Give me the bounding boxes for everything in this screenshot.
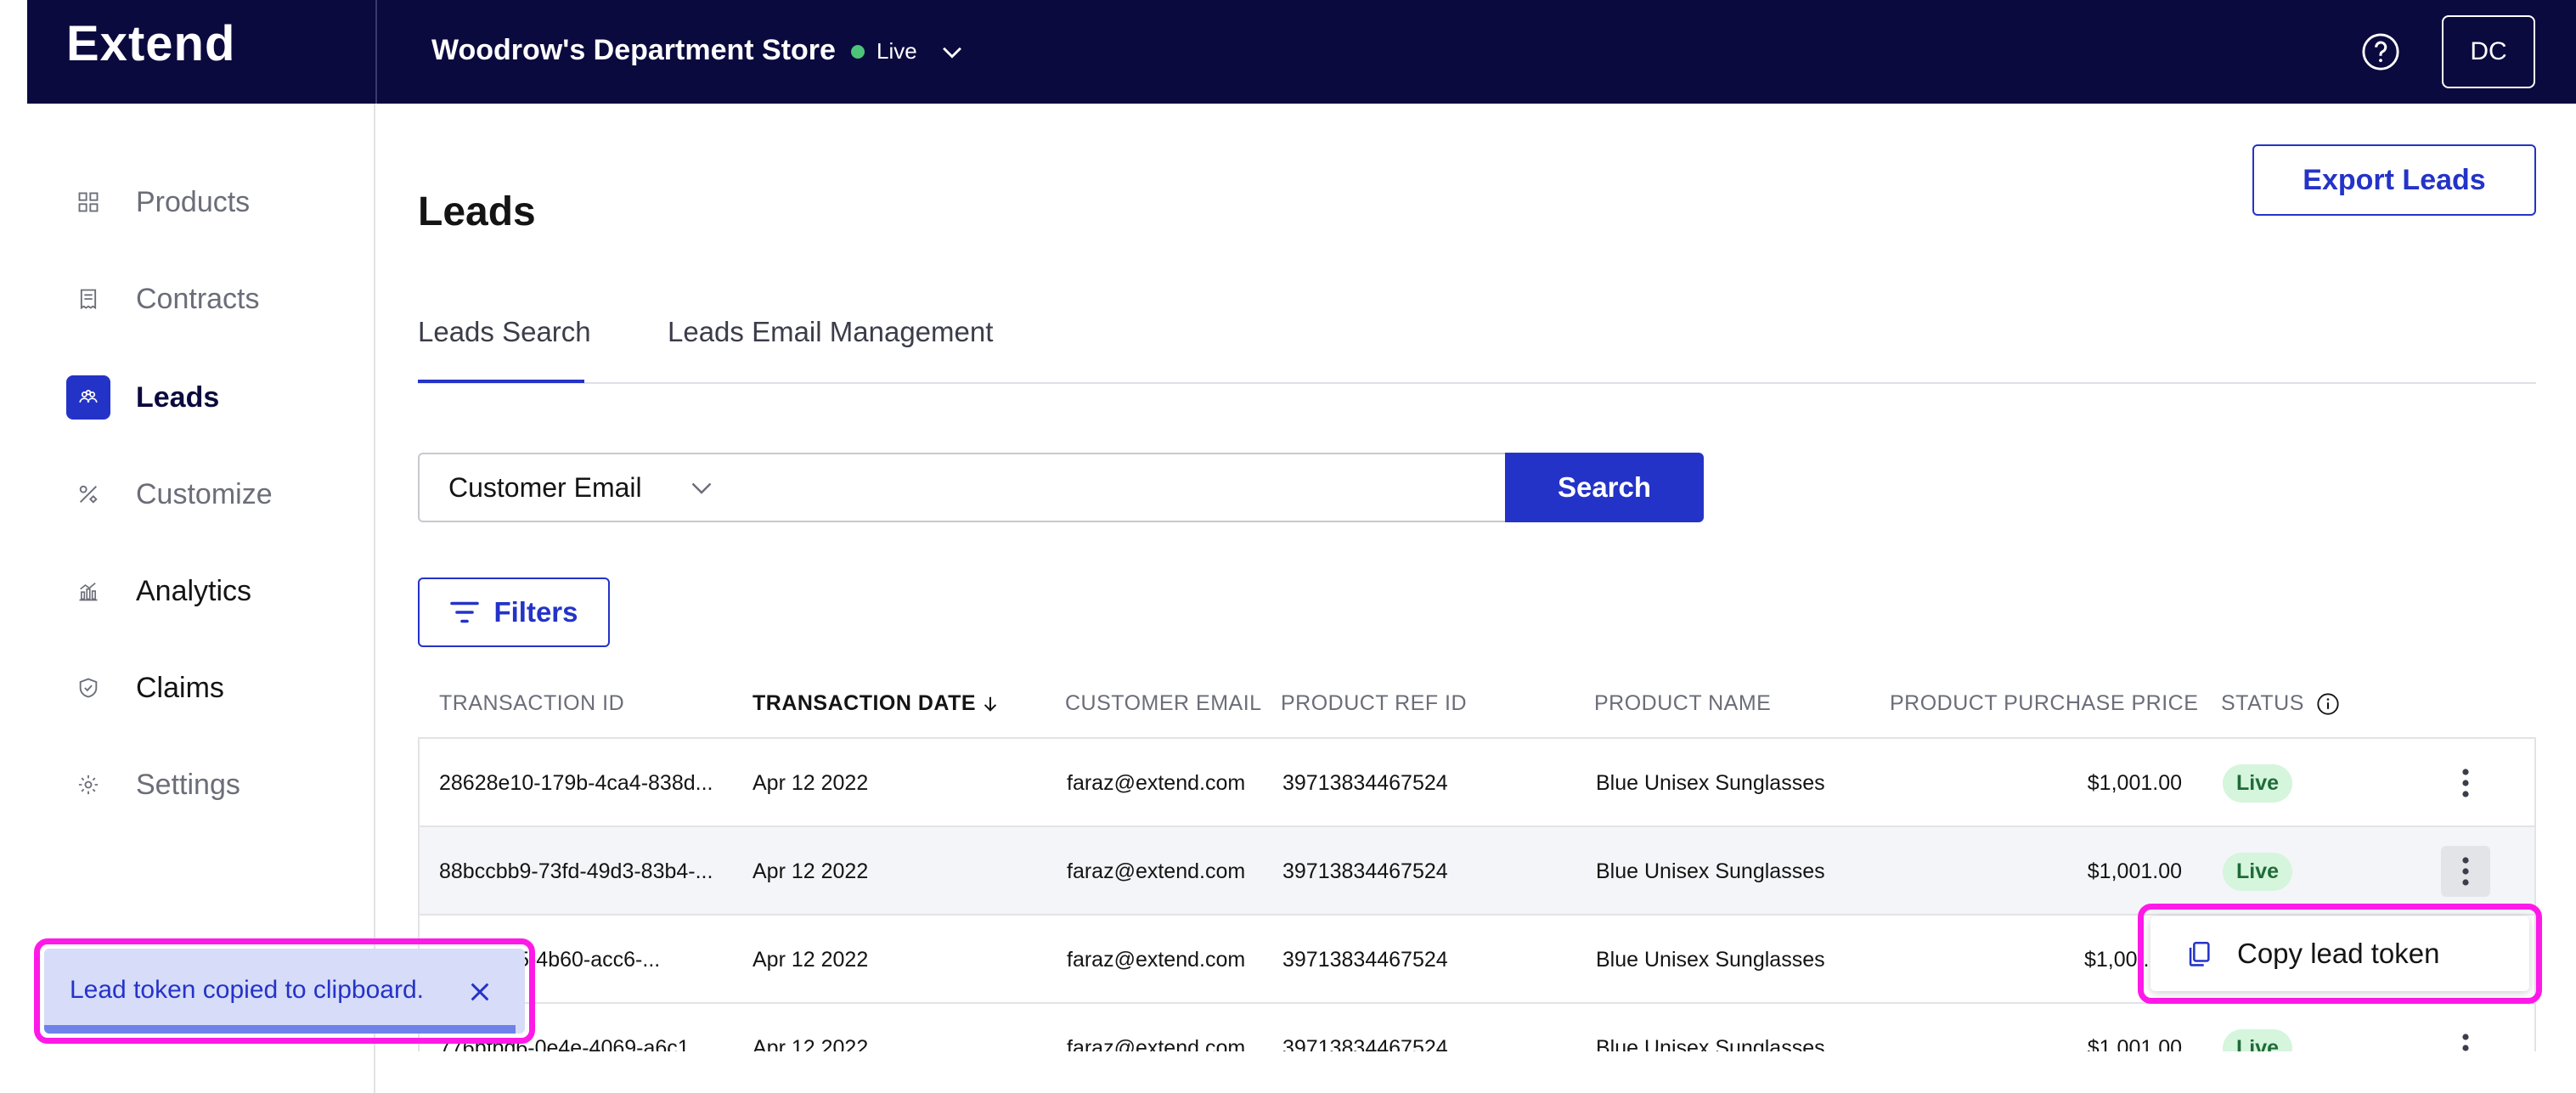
tab-leads-search[interactable]: Leads Search bbox=[418, 316, 591, 348]
user-menu-button[interactable]: DC bbox=[2442, 15, 2535, 88]
filter-icon bbox=[450, 601, 480, 623]
sidebar-item-contracts[interactable]: Contracts bbox=[66, 277, 260, 321]
more-vertical-icon bbox=[2462, 857, 2469, 886]
store-status: Live bbox=[877, 38, 917, 64]
search-field-value: Customer Email bbox=[448, 471, 642, 503]
cell-product-name: Blue Unisex Sunglasses bbox=[1596, 770, 1825, 795]
cell-email: faraz@extend.com bbox=[1067, 1035, 1246, 1052]
status-badge: Live bbox=[2223, 763, 2293, 803]
cell-status: Live bbox=[2223, 739, 2293, 827]
row-actions-button[interactable] bbox=[2441, 1023, 2490, 1051]
copy-lead-token-menu-item[interactable]: Copy lead token bbox=[2150, 916, 2529, 991]
toast-message: Lead token copied to clipboard. bbox=[70, 976, 424, 1004]
cell-ref-id: 39713834467524 bbox=[1282, 1035, 1448, 1052]
sort-descending-icon bbox=[984, 696, 997, 712]
cell-transaction-id: 28628e10-179b-4ca4-838d... bbox=[439, 770, 713, 795]
gear-icon bbox=[66, 763, 110, 807]
search-input[interactable] bbox=[737, 453, 1507, 522]
store-name[interactable]: Woodrow's Department Store bbox=[431, 34, 836, 67]
receipt-icon bbox=[66, 277, 110, 321]
cell-ref-id: 39713834467524 bbox=[1282, 947, 1448, 972]
sidebar-item-customize[interactable]: Customize bbox=[66, 472, 273, 516]
close-icon[interactable] bbox=[466, 978, 493, 1006]
sidebar-item-settings[interactable]: Settings bbox=[66, 763, 240, 807]
toast-progress-bar bbox=[44, 1025, 516, 1034]
row-actions-button[interactable] bbox=[2441, 846, 2490, 897]
menu-item-label: Copy lead token bbox=[2237, 938, 2440, 969]
cell-price: $1,001.00 bbox=[2087, 1035, 2182, 1052]
tabs-divider bbox=[418, 382, 2536, 384]
column-header-product-name[interactable]: PRODUCT NAME bbox=[1594, 691, 1771, 716]
info-icon[interactable] bbox=[2316, 692, 2340, 716]
table-row[interactable]: 28628e10-179b-4ca4-838d... Apr 12 2022 f… bbox=[418, 739, 2536, 827]
sidebar-item-analytics[interactable]: Analytics bbox=[66, 569, 251, 613]
toast-notification: Lead token copied to clipboard. bbox=[44, 949, 525, 1034]
export-leads-button[interactable]: Export Leads bbox=[2252, 144, 2536, 216]
shield-icon bbox=[66, 666, 110, 710]
cell-ref-id: 39713834467524 bbox=[1282, 770, 1448, 795]
live-status-dot bbox=[851, 45, 865, 59]
leads-table: 28628e10-179b-4ca4-838d... Apr 12 2022 f… bbox=[418, 737, 2536, 1051]
extend-logo[interactable]: Extend bbox=[66, 15, 235, 72]
palette-icon bbox=[66, 472, 110, 516]
chevron-down-icon[interactable] bbox=[938, 37, 967, 66]
cell-date: Apr 12 2022 bbox=[753, 1035, 869, 1052]
cell-date: Apr 12 2022 bbox=[753, 947, 869, 972]
chevron-down-icon[interactable] bbox=[686, 472, 717, 503]
column-header-customer-email[interactable]: CUSTOMER EMAIL bbox=[1065, 691, 1262, 716]
cell-ref-id: 39713834467524 bbox=[1282, 859, 1448, 883]
sidebar-item-label: Settings bbox=[136, 768, 240, 801]
filters-label: Filters bbox=[493, 596, 578, 628]
more-vertical-icon bbox=[2462, 1034, 2469, 1051]
cell-status: Live bbox=[2223, 827, 2293, 916]
column-header-label: TRANSACTION DATE bbox=[753, 691, 977, 715]
cell-price: $1,001.00 bbox=[2087, 770, 2182, 795]
cell-email: faraz@extend.com bbox=[1067, 947, 1246, 972]
column-header-product-ref-id[interactable]: PRODUCT REF ID bbox=[1281, 691, 1467, 716]
sidebar-item-label: Leads bbox=[136, 380, 220, 414]
copy-icon bbox=[2189, 941, 2210, 966]
filters-button[interactable]: Filters bbox=[418, 577, 610, 647]
cell-email: faraz@extend.com bbox=[1067, 859, 1246, 883]
search-button[interactable]: Search bbox=[1505, 453, 1704, 522]
cell-product-name: Blue Unisex Sunglasses bbox=[1596, 947, 1825, 972]
cell-date: Apr 12 2022 bbox=[753, 859, 869, 883]
column-header-purchase-price[interactable]: PRODUCT PURCHASE PRICE bbox=[1890, 691, 2198, 716]
people-icon bbox=[66, 375, 110, 420]
sidebar-item-label: Products bbox=[136, 185, 251, 218]
cell-email: faraz@extend.com bbox=[1067, 770, 1246, 795]
table-row[interactable]: 776bfbd6-0e4e-4069-a6c1... Apr 12 2022 f… bbox=[418, 1004, 2536, 1051]
tab-leads-email-management[interactable]: Leads Email Management bbox=[668, 316, 993, 348]
status-badge: Live bbox=[2223, 1028, 2293, 1051]
more-vertical-icon bbox=[2462, 769, 2469, 797]
column-header-label: STATUS bbox=[2221, 691, 2304, 715]
grid-icon bbox=[66, 180, 110, 224]
active-tab-indicator bbox=[418, 380, 584, 383]
sidebar-item-label: Claims bbox=[136, 671, 224, 704]
sidebar-item-label: Analytics bbox=[136, 574, 252, 607]
sidebar-item-claims[interactable]: Claims bbox=[66, 666, 224, 710]
chart-icon bbox=[66, 569, 110, 613]
column-header-transaction-id[interactable]: TRANSACTION ID bbox=[439, 691, 624, 716]
cell-product-name: Blue Unisex Sunglasses bbox=[1596, 1035, 1825, 1052]
topbar-divider bbox=[375, 0, 377, 104]
cell-date: Apr 12 2022 bbox=[753, 770, 869, 795]
column-header-transaction-date[interactable]: TRANSACTION DATE bbox=[753, 691, 1000, 716]
sidebar-item-label: Contracts bbox=[136, 282, 260, 315]
status-badge: Live bbox=[2223, 852, 2293, 891]
page-title: Leads bbox=[418, 189, 536, 234]
table-row[interactable]: 88bccbb9-73fd-49d3-83b4-... Apr 12 2022 … bbox=[418, 827, 2536, 916]
sidebar-item-products[interactable]: Products bbox=[66, 180, 250, 224]
sidebar-item-leads[interactable]: Leads bbox=[66, 375, 219, 420]
column-header-status[interactable]: STATUS bbox=[2221, 691, 2340, 716]
top-bar: Extend Woodrow's Department Store Live D… bbox=[27, 0, 2576, 104]
help-icon[interactable] bbox=[2361, 32, 2400, 71]
cell-product-name: Blue Unisex Sunglasses bbox=[1596, 859, 1825, 883]
cell-price: $1,001.00 bbox=[2087, 859, 2182, 883]
cell-status: Live bbox=[2223, 1004, 2293, 1051]
cell-transaction-id: 88bccbb9-73fd-49d3-83b4-... bbox=[439, 859, 713, 883]
row-actions-button[interactable] bbox=[2441, 758, 2490, 808]
sidebar-item-label: Customize bbox=[136, 477, 273, 510]
